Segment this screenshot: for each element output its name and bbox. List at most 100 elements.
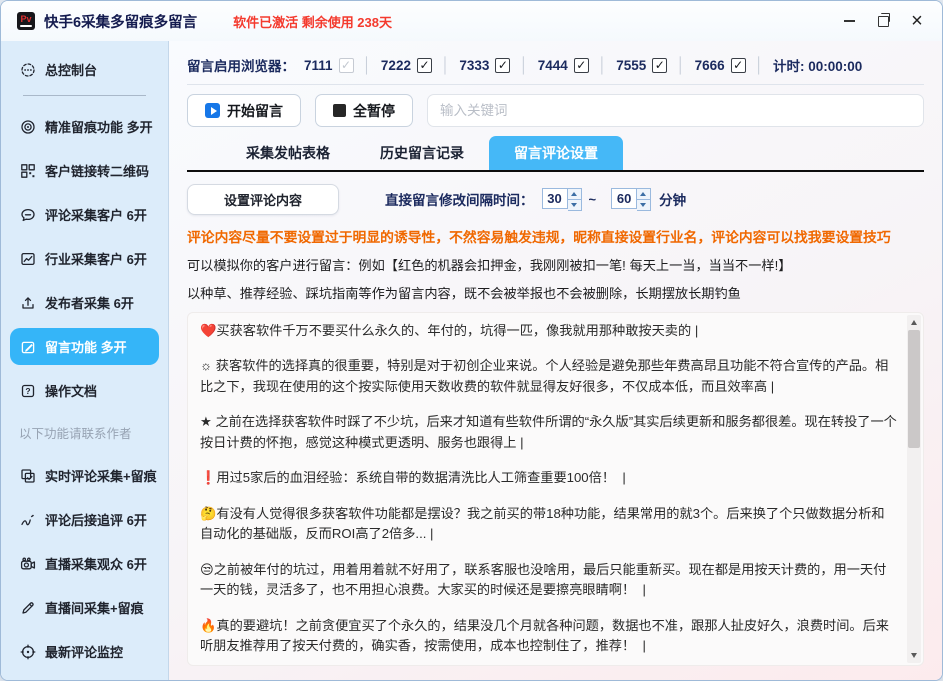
checkbox-separator: │ — [755, 57, 764, 74]
interval-tilde: ~ — [589, 192, 597, 207]
window-title: 快手6采集多留痕多留言 — [44, 11, 197, 32]
pause-all-button[interactable]: 全暂停 — [315, 94, 413, 127]
interval-max-value[interactable]: 60 — [611, 188, 637, 209]
browser-list: 7111✓│7222✓│7333✓│7444✓│7555✓│7666✓│ — [304, 57, 764, 74]
live-icon — [19, 555, 36, 572]
sidebar-item-label: 行业采集客户 6开 — [45, 249, 147, 268]
comment-icon — [19, 206, 36, 223]
browser-id-label: 7444 — [538, 58, 568, 73]
sidebar-item-live-audience[interactable]: 直播采集观众 6开 — [10, 545, 159, 582]
window-controls: × — [832, 6, 934, 36]
timer-label: 计时: 00:00:00 — [773, 55, 862, 75]
sidebar-item-label: 精准留痕功能 多开 — [45, 117, 153, 136]
warning-text: 评论内容尽量不要设置过于明显的诱导性，不然容易触发违规，昵称直接设置行业名，评论… — [187, 226, 924, 246]
settings-row: 设置评论内容 直接留言修改间隔时间： 30 ~ 60 分钟 — [187, 183, 924, 215]
minimize-button[interactable] — [832, 6, 866, 36]
browser-checkbox-7444[interactable]: 7444 ✓ — [538, 58, 589, 73]
start-message-button[interactable]: 开始留言 — [187, 94, 301, 127]
checkbox-icon: ✓ — [417, 58, 432, 73]
checkbox-separator: │ — [363, 57, 372, 74]
console-icon — [19, 61, 36, 78]
app-logo-text: Pv — [20, 15, 31, 24]
tabs-row: 采集发帖表格历史留言记录留言评论设置 — [187, 136, 924, 172]
browser-checkbox-7333[interactable]: 7333✓ — [459, 58, 510, 73]
sidebar-item-label: 实时评论采集+留痕 — [45, 466, 157, 485]
comment-line: ☼ 获客软件的选择真的很重要，特别是对于初创企业来说。个人经验是避免那些年费高昂… — [200, 356, 897, 397]
tab-collect-table[interactable]: 采集发帖表格 — [221, 136, 355, 170]
maximize-button[interactable] — [866, 6, 900, 36]
browser-checkbox-7111: 7111 ✓ — [304, 58, 354, 73]
target-icon — [19, 118, 36, 135]
start-message-label: 开始留言 — [227, 101, 283, 121]
scrollbar-thumb[interactable] — [908, 330, 920, 448]
comment-line: 🤔有没有人觉得很多获客软件功能都是摆设？我之前买的带18种功能，结果常用的就3个… — [200, 504, 897, 545]
sidebar-item-message[interactable]: 留言功能 多开 — [10, 328, 159, 365]
stop-icon — [333, 104, 346, 117]
sidebar-divider — [23, 95, 146, 96]
sidebar-item-comment-monitor[interactable]: 最新评论监控 — [10, 633, 159, 670]
vertical-scrollbar[interactable] — [907, 315, 921, 663]
browser-id-label: 7555 — [616, 58, 646, 73]
sidebar-item-qr-link[interactable]: 客户链接转二维码 — [10, 152, 159, 189]
sidebar-nav: 总控制台精准留痕功能 多开客户链接转二维码评论采集客户 6开行业采集客户 6开发… — [1, 41, 169, 680]
sidebar-item-industry-collect[interactable]: 行业采集客户 6开 — [10, 240, 159, 277]
interval-label: 直接留言修改间隔时间： — [385, 189, 534, 209]
spin-up-icon — [568, 189, 581, 199]
comments-content: ❤️买获客软件千万不要买什么永久的、年付的，坑得一匹，像我就用那种敢按天卖的 |… — [200, 321, 897, 661]
checkbox-icon: ✓ — [339, 58, 354, 73]
sidebar-item-label: 最新评论监控 — [45, 642, 123, 661]
sidebar-item-comment-collect[interactable]: 评论采集客户 6开 — [10, 196, 159, 233]
tab-history-record[interactable]: 历史留言记录 — [355, 136, 489, 170]
sidebar-item-label: 总控制台 — [45, 60, 97, 79]
sidebar-item-docs[interactable]: ?操作文档 — [10, 372, 159, 409]
titlebar: Pv 快手6采集多留痕多留言 软件已激活 剩余使用 238天 × — [1, 1, 942, 41]
scroll-up-icon[interactable] — [907, 315, 921, 329]
scroll-down-icon[interactable] — [907, 649, 921, 663]
browser-id-label: 7111 — [304, 58, 333, 73]
tab-comment-settings[interactable]: 留言评论设置 — [489, 136, 623, 170]
interval-min-spin-buttons[interactable] — [568, 188, 582, 211]
checkbox-icon: ✓ — [731, 58, 746, 73]
checkbox-separator: │ — [441, 57, 450, 74]
checkbox-icon: ✓ — [574, 58, 589, 73]
interval-max-spin-buttons[interactable] — [637, 188, 651, 211]
sidebar-section-note: 以下功能请联系作者 — [10, 416, 159, 449]
comment-line: ❗用过5家后的血泪经验：系统自带的数据清洗比人工筛查重要100倍！ | — [200, 468, 897, 488]
interval-unit-label: 分钟 — [659, 189, 686, 209]
interval-min-stepper: 30 — [542, 188, 582, 211]
monitor-icon — [19, 643, 36, 660]
checkbox-icon: ✓ — [652, 58, 667, 73]
browser-id-label: 7333 — [459, 58, 489, 73]
action-row: 开始留言 全暂停 — [187, 94, 924, 127]
toolbar-divider — [187, 84, 924, 85]
comments-textarea[interactable]: ❤️买获客软件千万不要买什么永久的、年付的，坑得一匹，像我就用那种敢按天卖的 |… — [187, 312, 924, 666]
close-button[interactable]: × — [900, 6, 934, 36]
sidebar-item-label: 评论后接追评 6开 — [45, 510, 147, 529]
interval-max-stepper: 60 — [611, 188, 651, 211]
keyword-input[interactable] — [427, 94, 924, 127]
sidebar-item-publisher-collect[interactable]: 发布者采集 6开 — [10, 284, 159, 321]
svg-text:?: ? — [25, 386, 30, 396]
sidebar-item-followup[interactable]: 评论后接追评 6开 — [10, 501, 159, 538]
browser-checkbox-7666[interactable]: 7666✓ — [695, 58, 746, 73]
liveroom-icon — [19, 599, 36, 616]
browser-checkbox-7222[interactable]: 7222 ✓ — [381, 58, 432, 73]
restore-icon — [878, 16, 889, 27]
browser-id-label: 7222 — [381, 58, 411, 73]
sidebar-item-liveroom-collect[interactable]: 直播间采集+留痕 — [10, 589, 159, 626]
comment-line: 🔥真的要避坑！之前贪便宜买了个永久的，结果没几个月就各种问题，数据也不准，跟那人… — [200, 616, 897, 657]
set-comment-content-button[interactable]: 设置评论内容 — [187, 184, 339, 215]
close-icon: × — [911, 11, 923, 31]
sidebar-item-realtime-collect[interactable]: 实时评论采集+留痕 — [10, 457, 159, 494]
sidebar-item-precise-trace[interactable]: 精准留痕功能 多开 — [10, 108, 159, 145]
sidebar-item-console[interactable]: 总控制台 — [10, 51, 159, 88]
chart-icon — [19, 250, 36, 267]
checkbox-separator: │ — [519, 57, 528, 74]
app-window: Pv 快手6采集多留痕多留言 软件已激活 剩余使用 238天 × 总控制台精准留… — [0, 0, 943, 681]
main-panel: 留言启用浏览器： 7111✓│7222✓│7333✓│7444✓│7555✓│7… — [169, 41, 942, 680]
sidebar-item-label: 发布者采集 6开 — [45, 293, 134, 312]
spin-up-icon — [637, 189, 650, 199]
browser-checkbox-7555[interactable]: 7555 ✓ — [616, 58, 667, 73]
sidebar-item-label: 留言功能 多开 — [45, 337, 127, 356]
interval-min-value[interactable]: 30 — [542, 188, 568, 209]
